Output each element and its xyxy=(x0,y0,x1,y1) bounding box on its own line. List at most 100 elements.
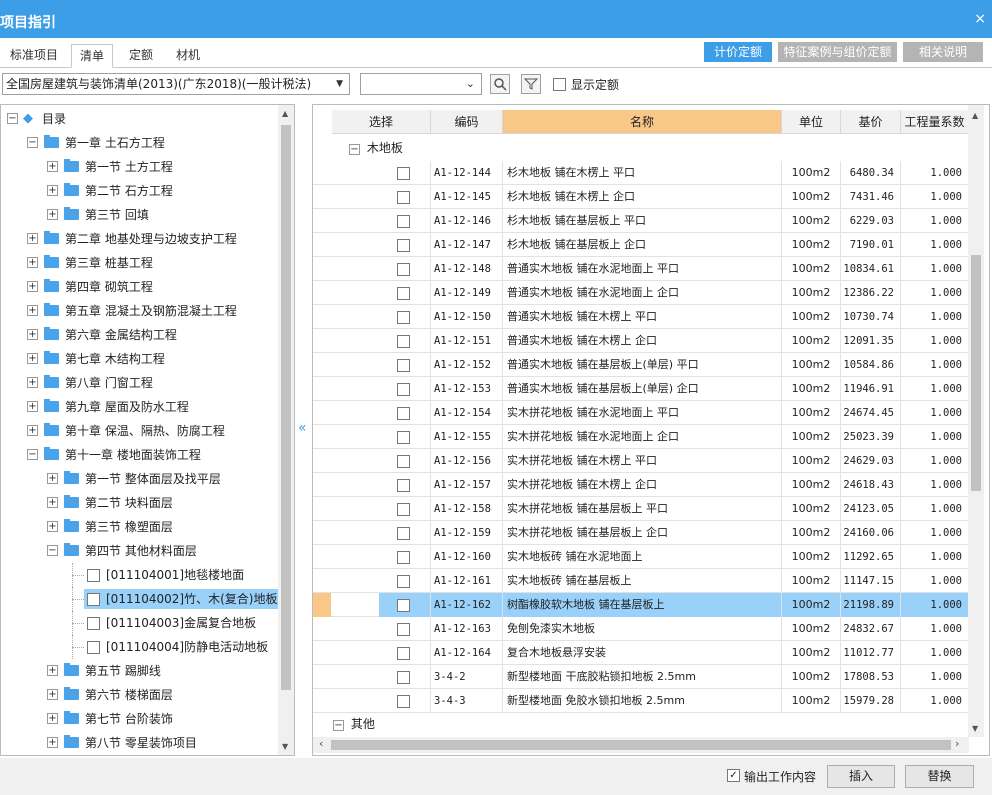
cell-select[interactable] xyxy=(379,521,431,545)
collapse-icon[interactable]: − xyxy=(27,449,38,460)
row-checkbox[interactable] xyxy=(397,694,410,708)
collapse-left-icon[interactable]: « xyxy=(298,420,307,436)
expand-icon[interactable]: + xyxy=(47,209,58,220)
cell-select[interactable] xyxy=(379,377,431,401)
cell-select[interactable] xyxy=(379,401,431,425)
tab-quota[interactable]: 定额 xyxy=(121,44,161,68)
table-row[interactable]: A1-12-156 实木拼花地板 铺在木楞上 平口 100m2 24629.03 1.0… xyxy=(313,449,969,473)
row-checkbox[interactable] xyxy=(397,502,410,516)
tree-chapter[interactable]: + 第三章 桩基工程 xyxy=(1,251,278,275)
cell-select[interactable] xyxy=(379,497,431,521)
tab-materials[interactable]: 材机 xyxy=(168,44,208,68)
tree-chapter[interactable]: − 第十一章 楼地面装饰工程 xyxy=(1,443,278,467)
insert-button[interactable]: 插入 xyxy=(827,765,895,788)
cell-select[interactable] xyxy=(379,161,431,185)
expand-icon[interactable]: + xyxy=(27,281,38,292)
tree-leaf-item[interactable]: [011104004]防静电活动地板 xyxy=(1,635,278,659)
cell-select[interactable] xyxy=(379,473,431,497)
row-checkbox[interactable] xyxy=(397,526,410,540)
tree-chapter[interactable]: + 第七章 木结构工程 xyxy=(1,347,278,371)
expand-icon[interactable]: + xyxy=(47,473,58,484)
collapse-icon[interactable]: − xyxy=(47,545,58,556)
expand-icon[interactable]: + xyxy=(47,521,58,532)
expand-icon[interactable]: + xyxy=(47,713,58,724)
row-checkbox[interactable] xyxy=(397,262,410,276)
cell-select[interactable] xyxy=(379,281,431,305)
tree-section[interactable]: + 第六节 楼梯面层 xyxy=(1,683,278,707)
scroll-right-icon[interactable]: › xyxy=(955,737,959,750)
tree-item-checkbox[interactable] xyxy=(87,641,100,654)
tree-root[interactable]: − ◆ 目录 xyxy=(1,107,278,131)
tree-section[interactable]: + 第一节 土方工程 xyxy=(1,155,278,179)
cell-select[interactable] xyxy=(379,233,431,257)
row-checkbox[interactable] xyxy=(397,214,410,228)
tree-leaf-content[interactable]: [011104004]防静电活动地板 xyxy=(84,637,271,657)
tree-chapter[interactable]: + 第六章 金属结构工程 xyxy=(1,323,278,347)
expand-icon[interactable]: + xyxy=(27,233,38,244)
replace-button[interactable]: 替换 xyxy=(905,765,974,788)
row-checkbox[interactable] xyxy=(397,166,410,180)
grid-vertical-scrollbar[interactable]: ▲ ▼ xyxy=(968,105,984,737)
table-row[interactable]: A1-12-147 杉木地板 铺在基层板上 企口 100m2 7190.01 1.000 xyxy=(313,233,969,257)
expand-icon[interactable]: + xyxy=(27,305,38,316)
row-checkbox[interactable] xyxy=(397,430,410,444)
row-checkbox[interactable] xyxy=(397,238,410,252)
tab-standard-items[interactable]: 标准项目 xyxy=(2,44,66,68)
tree-leaf-item[interactable]: [011104003]金属复合地板 xyxy=(1,611,278,635)
table-row[interactable]: A1-12-144 杉木地板 铺在木楞上 平口 100m2 6480.34 1.000 xyxy=(313,161,969,185)
tree-item-checkbox[interactable] xyxy=(87,569,100,582)
row-checkbox[interactable] xyxy=(397,574,410,588)
tree-leaf-item[interactable]: [011104002]竹、木(复合)地板 xyxy=(1,587,281,611)
cell-select[interactable] xyxy=(379,449,431,473)
col-header-code[interactable]: 编码 xyxy=(431,110,503,134)
tree-section[interactable]: + 第二节 石方工程 xyxy=(1,179,278,203)
output-work-checkbox[interactable]: ✓ xyxy=(727,769,740,782)
tree-chapter[interactable]: + 第五章 混凝土及钢筋混凝土工程 xyxy=(1,299,278,323)
expand-icon[interactable]: + xyxy=(47,497,58,508)
library-select[interactable]: 全国房屋建筑与装饰清单(2013)(广东2018)(一般计税法) ▼ xyxy=(2,73,350,95)
scroll-thumb[interactable] xyxy=(971,255,981,491)
table-row[interactable]: A1-12-163 免刨免漆实木地板 100m2 24832.67 1.000 xyxy=(313,617,969,641)
table-row[interactable]: A1-12-162 树酯橡胶软木地板 铺在基层板上 100m2 21198.89 1.0… xyxy=(313,593,969,617)
filter-button[interactable] xyxy=(521,74,541,94)
table-row[interactable]: A1-12-154 实木拼花地板 铺在水泥地面上 平口 100m2 24674.45 1… xyxy=(313,401,969,425)
tab-bill[interactable]: 清单 xyxy=(71,44,114,68)
row-checkbox[interactable] xyxy=(397,622,410,636)
row-checkbox[interactable] xyxy=(397,382,410,396)
tree-chapter[interactable]: + 第二章 地基处理与边坡支护工程 xyxy=(1,227,278,251)
tree-section[interactable]: + 第五节 踢脚线 xyxy=(1,659,278,683)
table-row[interactable]: 3-4-3 新型楼地面 免胶水锁扣地板 2.5mm 100m2 15979.28 1.0… xyxy=(313,689,969,713)
table-row[interactable]: A1-12-148 普通实木地板 铺在水泥地面上 平口 100m2 10834.61 1… xyxy=(313,257,969,281)
scroll-thumb[interactable] xyxy=(331,740,951,750)
table-row[interactable]: A1-12-164 复合木地板悬浮安装 100m2 11012.77 1.000 xyxy=(313,641,969,665)
pricing-quota-button[interactable]: 计价定额 xyxy=(704,42,772,62)
search-button[interactable] xyxy=(490,74,510,94)
collapse-icon[interactable]: − xyxy=(333,720,344,731)
row-checkbox[interactable] xyxy=(397,598,410,612)
cell-select[interactable] xyxy=(379,569,431,593)
tree-chapter[interactable]: + 第八章 门窗工程 xyxy=(1,371,278,395)
cell-select[interactable] xyxy=(379,185,431,209)
cell-select[interactable] xyxy=(379,641,431,665)
cell-select[interactable] xyxy=(379,353,431,377)
collapse-icon[interactable]: − xyxy=(27,137,38,148)
expand-icon[interactable]: + xyxy=(47,689,58,700)
related-notes-button[interactable]: 相关说明 xyxy=(903,42,983,62)
grid-horizontal-scrollbar[interactable]: ‹ › xyxy=(313,737,969,753)
cell-select[interactable] xyxy=(379,305,431,329)
row-checkbox[interactable] xyxy=(397,454,410,468)
col-header-price[interactable]: 基价 xyxy=(841,110,901,134)
table-row[interactable]: A1-12-149 普通实木地板 铺在水泥地面上 企口 100m2 12386.22 1… xyxy=(313,281,969,305)
col-header-factor[interactable]: 工程量系数 xyxy=(901,110,969,134)
cell-select[interactable] xyxy=(379,425,431,449)
cell-select[interactable] xyxy=(379,209,431,233)
expand-icon[interactable]: + xyxy=(27,425,38,436)
table-row[interactable]: 3-4-2 新型楼地面 干底胶粘锁扣地板 2.5mm 100m2 17808.53 1.… xyxy=(313,665,969,689)
show-quota-checkbox[interactable] xyxy=(553,78,566,91)
scroll-up-icon[interactable]: ▲ xyxy=(972,111,978,120)
cell-select[interactable] xyxy=(379,329,431,353)
cell-select[interactable] xyxy=(379,593,431,617)
collapse-icon[interactable]: − xyxy=(349,144,360,155)
table-row[interactable]: A1-12-160 实木地板砖 铺在水泥地面上 100m2 11292.65 1.000 xyxy=(313,545,969,569)
col-header-select[interactable]: 选择 xyxy=(332,110,431,134)
